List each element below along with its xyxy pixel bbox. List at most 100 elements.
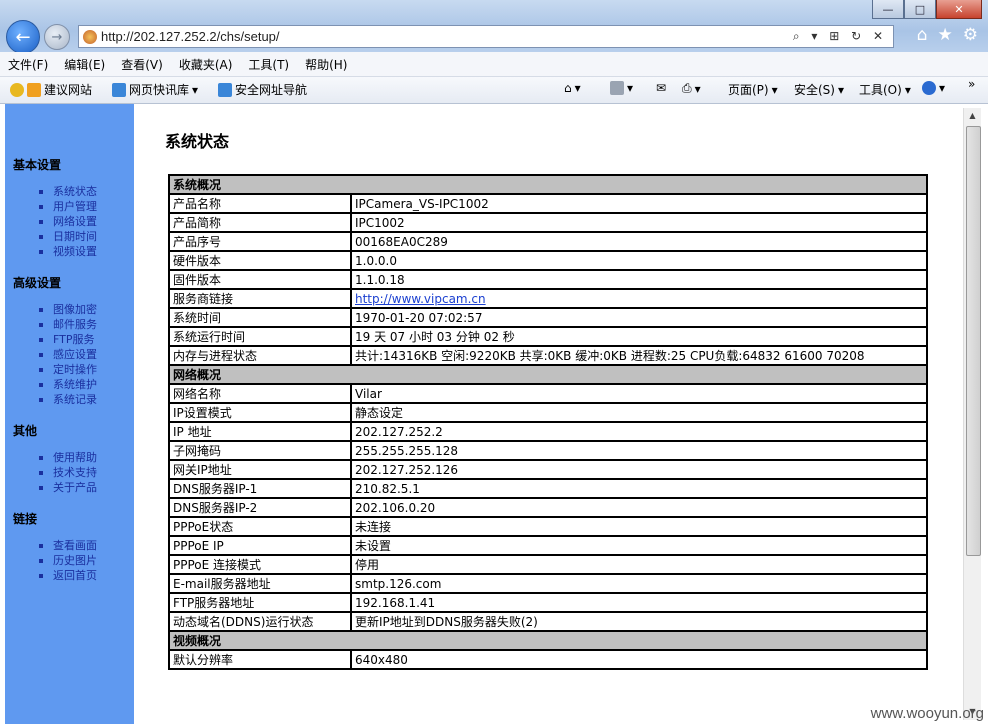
- sidebar-item-system-log[interactable]: 系统记录: [35, 392, 97, 407]
- command-more[interactable]: »: [968, 77, 975, 91]
- sidebar-item-video-settings[interactable]: 视频设置: [35, 244, 97, 259]
- row-value: 1.0.0.0: [350, 250, 928, 271]
- help-icon: [922, 81, 936, 95]
- page-title: 系统状态: [165, 132, 230, 151]
- sidebar-item-motion-settings[interactable]: 感应设置: [35, 347, 97, 362]
- sidebar-item-image-encryption[interactable]: 图像加密: [35, 302, 97, 317]
- sidebar-item-network-settings[interactable]: 网络设置: [35, 214, 97, 229]
- table-row: 内存与进程状态 共计:14316KB 空闲:9220KB 共享:0KB 缓冲:0K…: [168, 345, 928, 366]
- webslice-gallery[interactable]: 网页快讯库 ▾: [112, 81, 198, 98]
- favorites-add[interactable]: 建议网站: [10, 81, 92, 98]
- menu-help[interactable]: 帮助(H): [297, 56, 355, 73]
- menu-view[interactable]: 查看(V): [113, 56, 171, 73]
- sidebar-item-user-management[interactable]: 用户管理: [35, 199, 97, 214]
- sidebar-list-basic: 系统状态 用户管理 网络设置 日期时间 视频设置: [35, 184, 97, 259]
- command-home[interactable]: ⌂ ▾: [564, 81, 581, 95]
- row-value: 1970-01-20 07:02:57: [350, 307, 928, 328]
- command-page[interactable]: 页面(P) ▾: [728, 81, 778, 98]
- command-help[interactable]: ▾: [922, 81, 945, 95]
- sidebar-item-view-live[interactable]: 查看画面: [35, 538, 97, 553]
- menu-file[interactable]: 文件(F): [0, 56, 56, 73]
- back-button[interactable]: ←: [6, 20, 40, 54]
- table-row: 默认分辨率 640x480: [168, 649, 928, 670]
- table-row: 网络名称 Vilar: [168, 383, 928, 404]
- mail-icon: ✉: [656, 81, 667, 95]
- ie-page-icon: [218, 82, 232, 97]
- sidebar-section-basic: 基本设置: [13, 158, 62, 172]
- table-row: 产品序号 00168EA0C289: [168, 231, 928, 252]
- favicon-icon: [83, 29, 97, 44]
- favorites-star-icon[interactable]: ★: [938, 25, 953, 45]
- service-provider-link[interactable]: http://www.vipcam.cn: [355, 292, 486, 306]
- row-value: 210.82.5.1: [350, 478, 928, 499]
- safe-nav-link[interactable]: 安全网址导航: [218, 81, 307, 98]
- sidebar-section-links: 链接: [13, 512, 38, 526]
- sidebar-item-scheduled-tasks[interactable]: 定时操作: [35, 362, 97, 377]
- command-mail[interactable]: ✉: [656, 81, 666, 95]
- minimize-button[interactable]: —: [872, 0, 904, 19]
- ie-page-icon: [112, 82, 126, 97]
- sidebar-item-home[interactable]: 返回首页: [35, 568, 97, 583]
- home-icon[interactable]: ⌂: [917, 25, 928, 45]
- sidebar-item-date-time[interactable]: 日期时间: [35, 229, 97, 244]
- table-section-header: 视频概况: [168, 630, 928, 651]
- command-feeds[interactable]: ▾: [610, 81, 633, 95]
- row-label: 默认分辨率: [168, 649, 352, 670]
- table-section-header: 网络概况: [168, 364, 928, 385]
- sidebar-item-system-status[interactable]: 系统状态: [35, 184, 97, 199]
- sidebar-item-ftp-service[interactable]: FTP服务: [35, 332, 97, 347]
- sidebar-item-about[interactable]: 关于产品: [35, 480, 97, 495]
- row-label: 服务商链接: [168, 288, 352, 309]
- row-value: IPCamera_VS-IPC1002: [350, 193, 928, 214]
- suggested-sites-icon: [27, 82, 41, 97]
- sidebar-item-history-images[interactable]: 历史图片: [35, 553, 97, 568]
- table-row: 硬件版本 1.0.0.0: [168, 250, 928, 271]
- favorites-bar: 建议网站 网页快讯库 ▾ 安全网址导航 ⌂ ▾ ▾ ✉ ⎙ ▾ 页面(P) ▾ 安全(…: [0, 77, 988, 104]
- menu-favorites[interactable]: 收藏夹(A): [171, 56, 241, 73]
- command-tools[interactable]: 工具(O) ▾: [859, 81, 911, 98]
- row-label: PPPoE状态: [168, 516, 352, 537]
- row-value: 192.168.1.41: [350, 592, 928, 613]
- address-actions[interactable]: ⌕ ▾ ⊞ ↻ ✕: [793, 29, 893, 44]
- section-header-label: 系统概况: [168, 174, 928, 195]
- sidebar-item-mail-service[interactable]: 邮件服务: [35, 317, 97, 332]
- tools-menu-label: 工具(O): [859, 83, 902, 97]
- scroll-up-arrow-icon[interactable]: ▲: [964, 108, 981, 124]
- sidebar-item-help[interactable]: 使用帮助: [35, 450, 97, 465]
- row-label: 固件版本: [168, 269, 352, 290]
- table-row: DNS服务器IP-1 210.82.5.1: [168, 478, 928, 499]
- row-value: 更新IP地址到DDNS服务器失败(2): [350, 611, 928, 632]
- menu-tools[interactable]: 工具(T): [240, 56, 297, 73]
- row-label: 网络名称: [168, 383, 352, 404]
- row-label: 产品序号: [168, 231, 352, 252]
- command-safety[interactable]: 安全(S) ▾: [794, 81, 844, 98]
- table-row: 产品简称 IPC1002: [168, 212, 928, 233]
- table-row: 产品名称 IPCamera_VS-IPC1002: [168, 193, 928, 214]
- table-row: FTP服务器地址 192.168.1.41: [168, 592, 928, 613]
- row-value: 640x480: [350, 649, 928, 670]
- address-url[interactable]: http://202.127.252.2/chs/setup/: [101, 29, 793, 44]
- table-row: PPPoE状态 未连接: [168, 516, 928, 537]
- settings-gear-icon[interactable]: ⚙: [963, 25, 978, 45]
- page-content: 基本设置 系统状态 用户管理 网络设置 日期时间 视频设置 高级设置 图像加密 …: [0, 104, 988, 724]
- row-value: IPC1002: [350, 212, 928, 233]
- sidebar-section-other: 其他: [13, 424, 38, 438]
- address-bar[interactable]: http://202.127.252.2/chs/setup/ ⌕ ▾ ⊞ ↻ …: [78, 25, 894, 48]
- command-print[interactable]: ⎙ ▾: [682, 81, 701, 96]
- scrollbar-thumb[interactable]: [966, 126, 981, 556]
- menu-edit[interactable]: 编辑(E): [56, 56, 113, 73]
- row-label: 产品简称: [168, 212, 352, 233]
- system-status-table: 系统概况 产品名称 IPCamera_VS-IPC1002 产品简称 IPC1002 产品…: [168, 174, 928, 670]
- setup-sidebar: 基本设置 系统状态 用户管理 网络设置 日期时间 视频设置 高级设置 图像加密 …: [5, 104, 134, 724]
- row-value: 停用: [350, 554, 928, 575]
- row-label: PPPoE 连接模式: [168, 554, 352, 575]
- row-value: 未连接: [350, 516, 928, 537]
- close-button[interactable]: ✕: [936, 0, 982, 19]
- maximize-button[interactable]: □: [904, 0, 936, 19]
- sidebar-item-system-maintenance[interactable]: 系统维护: [35, 377, 97, 392]
- vertical-scrollbar[interactable]: ▲ ▼: [963, 108, 981, 720]
- sidebar-item-tech-support[interactable]: 技术支持: [35, 465, 97, 480]
- suggested-sites-link[interactable]: 建议网站: [44, 81, 92, 98]
- row-label: 网关IP地址: [168, 459, 352, 480]
- forward-button[interactable]: →: [44, 24, 70, 50]
